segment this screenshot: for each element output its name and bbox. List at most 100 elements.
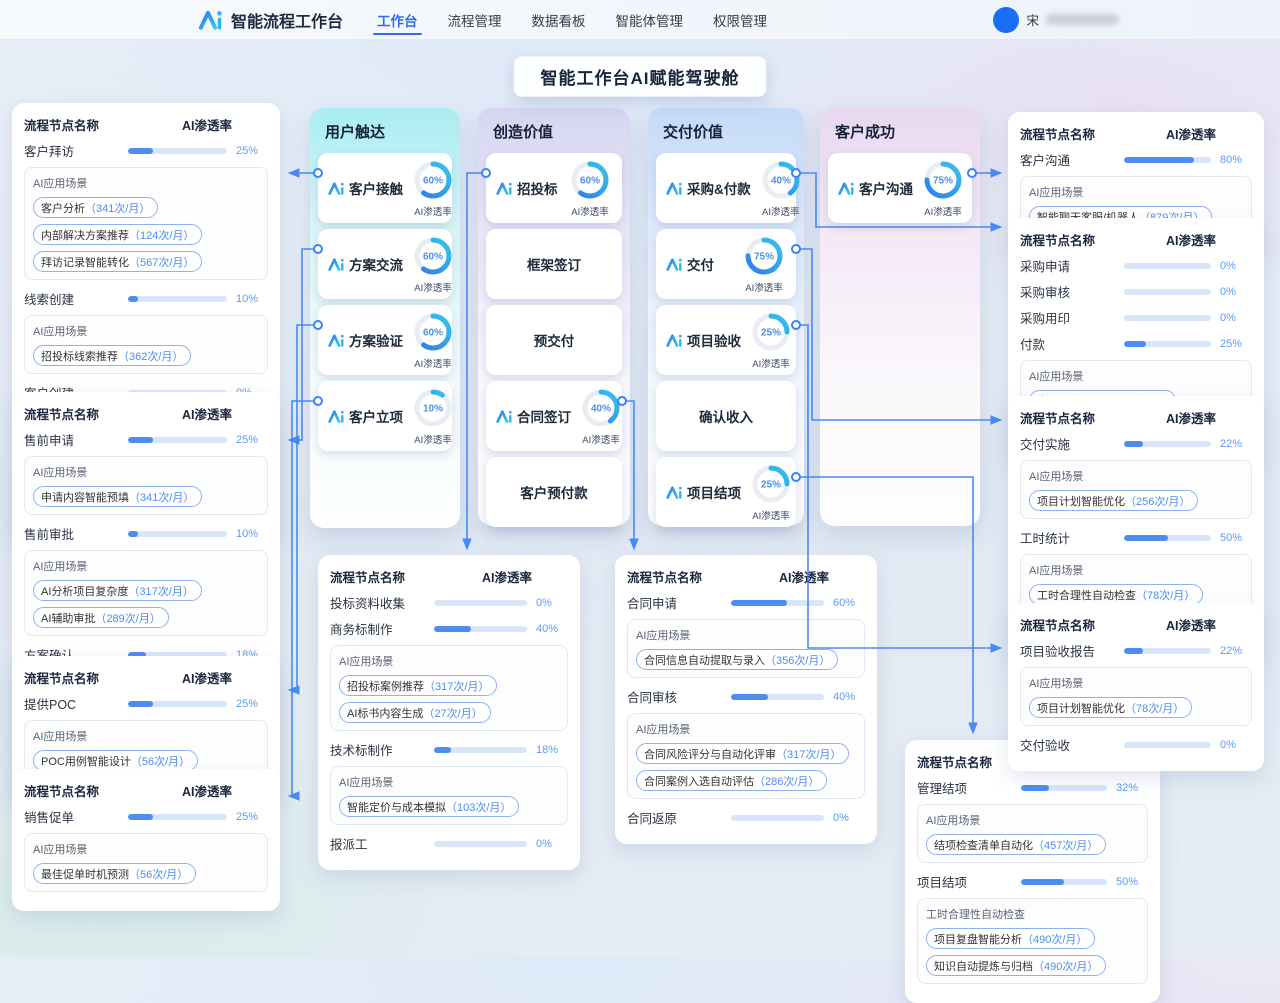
stage-card-label: 采购&付款 <box>687 178 751 198</box>
ai-scenario-box: AI应用场景招投标案例推荐（317次/月）AI标书内容生成（27次/月） <box>330 645 568 731</box>
ai-rate-value: 25% <box>1220 338 1252 350</box>
donut-caption: AI渗透率 <box>564 204 616 218</box>
ai-scenario-box: AI应用场景客户分析（341次/月） 内部解决方案推荐（124次/月） 拜访记录智能… <box>24 167 268 280</box>
stage-card[interactable]: 合同签订40%AI渗透率 <box>486 381 622 451</box>
svg-text:60%: 60% <box>423 176 443 187</box>
stage-card[interactable]: 客户预付款 <box>486 457 622 527</box>
ai-scenario-tag[interactable]: 招投标线索推荐（362次/月） <box>33 345 191 366</box>
stage-card-label: 预交付 <box>534 330 575 350</box>
ai-rate-donut: 75%AI渗透率 <box>917 158 969 218</box>
ai-scenario-tag[interactable]: 合同案例入选自动评估（286次/月） <box>636 770 827 791</box>
ai-rate-bar <box>1124 742 1211 748</box>
ai-rate-bar <box>1124 315 1211 321</box>
svg-text:10%: 10% <box>423 404 443 415</box>
ai-scenario-tag[interactable]: 项目计划智能优化（256次/月） <box>1029 490 1198 511</box>
stage-card[interactable]: 客户接触60%AI渗透率 <box>318 153 452 223</box>
ai-rate-bar <box>434 600 527 606</box>
svg-text:75%: 75% <box>933 176 953 187</box>
process-node-row: 线索创建10% <box>24 289 268 308</box>
stage-card[interactable]: 客户沟通75%AI渗透率 <box>828 153 972 223</box>
ai-rate-bar <box>128 437 227 443</box>
stage-card[interactable]: 采购&付款40%AI渗透率 <box>656 153 796 223</box>
stage-card-label: 客户接触 <box>349 178 403 198</box>
ai-scenario-tag[interactable]: 合同风险评分与自动化评审（317次/月） <box>636 743 849 764</box>
stage-card[interactable]: 方案验证60%AI渗透率 <box>318 305 452 375</box>
col-ai-rate: AI渗透率 <box>1166 615 1216 634</box>
ai-scenario-tag[interactable]: 申请内容智能预填（341次/月） <box>33 486 202 507</box>
stage-card[interactable]: 方案交流60%AI渗透率 <box>318 229 452 299</box>
stage-card[interactable]: 招投标60%AI渗透率 <box>486 153 622 223</box>
process-node-row: 合同申请60% <box>627 593 865 612</box>
node-name: 售前审批 <box>24 524 128 543</box>
stage-card[interactable]: 项目验收25%AI渗透率 <box>656 305 796 375</box>
process-node-row: 采购申请0% <box>1020 256 1252 275</box>
donut-caption: AI渗透率 <box>745 356 797 370</box>
col-node-name: 流程节点名称 <box>627 567 702 586</box>
ai-scenario-tag[interactable]: 项目复盘智能分析（490次/月） <box>926 928 1095 949</box>
nav-tab-2[interactable]: 数据看板 <box>532 0 586 39</box>
ai-rate-bar <box>434 626 527 632</box>
ai-scenario-tag[interactable]: 最佳促单时机预测（56次/月） <box>33 863 196 884</box>
node-name: 采购审核 <box>1020 282 1124 301</box>
stage-column-1: 创造价值招投标60%AI渗透率框架签订预交付合同签订40%AI渗透率客户预付款 <box>478 108 630 526</box>
ai-scenario-tag[interactable]: AI分析项目复杂度（317次/月） <box>33 580 202 601</box>
node-name: 报派工 <box>330 834 434 853</box>
ai-rate-value: 60% <box>833 597 865 609</box>
ai-rate-bar <box>1124 289 1211 295</box>
stage-card[interactable]: 客户立项10%AI渗透率 <box>318 381 452 451</box>
process-node-row: 售前申请25% <box>24 430 268 449</box>
stage-card[interactable]: 框架签订 <box>486 229 622 299</box>
scenario-label: AI应用场景 <box>33 728 259 744</box>
ai-scenario-tag[interactable]: 合同信息自动提取与录入（356次/月） <box>636 649 838 670</box>
col-ai-rate: AI渗透率 <box>1166 408 1216 427</box>
scenario-label: 工时合理性自动检查 <box>926 906 1139 922</box>
ai-rate-donut: 25%AI渗透率 <box>745 310 797 370</box>
user-name: 宋 <box>1026 10 1039 29</box>
scenario-label: AI应用场景 <box>636 721 856 737</box>
col-node-name: 流程节点名称 <box>24 668 99 687</box>
nav-tab-0[interactable]: 工作台 <box>377 0 418 39</box>
ai-scenario-tag[interactable]: 结项检查清单自动化（457次/月） <box>926 834 1106 855</box>
ai-logo-icon <box>328 257 345 272</box>
process-node-row: 客户沟通80% <box>1020 150 1252 169</box>
ai-scenario-tag[interactable]: AI标书内容生成（27次/月） <box>339 702 491 723</box>
stage-card[interactable]: 项目结项25%AI渗透率 <box>656 457 796 527</box>
scenario-label: AI应用场景 <box>33 175 259 191</box>
stage-card-label: 合同签订 <box>517 406 571 426</box>
ai-rate-bar <box>1021 785 1107 791</box>
process-node-row: 交付验收0% <box>1020 735 1252 754</box>
process-node-row: 投标资料收集0% <box>330 593 568 612</box>
nav-tab-3[interactable]: 智能体管理 <box>616 0 684 39</box>
svg-text:40%: 40% <box>591 404 611 415</box>
ai-scenario-tag[interactable]: 项目计划智能优化（78次/月） <box>1029 697 1192 718</box>
detail-panel-pD: 流程节点名称AI渗透率销售促单25%AI应用场景最佳促单时机预测（56次/月） <box>12 769 280 911</box>
ai-scenario-tag[interactable]: 内部解决方案推荐（124次/月） <box>33 224 202 245</box>
ai-scenario-tag[interactable]: 招投标案例推荐（317次/月） <box>339 675 497 696</box>
ai-logo-icon <box>328 409 345 424</box>
scenario-label: AI应用场景 <box>1029 562 1243 578</box>
ai-scenario-tag[interactable]: AI辅助审批（289次/月） <box>33 607 169 628</box>
ai-scenario-box: AI应用场景招投标线索推荐（362次/月） <box>24 315 268 374</box>
ai-scenario-tag[interactable]: 工时合理性自动检查（78次/月） <box>1029 584 1203 605</box>
ai-scenario-tag[interactable]: 客户分析（341次/月） <box>33 197 158 218</box>
ai-rate-value: 0% <box>1220 260 1252 272</box>
nav-tab-1[interactable]: 流程管理 <box>448 0 502 39</box>
ai-scenario-tag[interactable]: POC用例智能设计（56次/月） <box>33 750 198 771</box>
svg-text:60%: 60% <box>423 252 443 263</box>
node-name: 工时统计 <box>1020 528 1124 547</box>
ai-scenario-tag[interactable]: 知识自动提炼与归档（490次/月） <box>926 955 1106 976</box>
stage-card[interactable]: 确认收入 <box>656 381 796 451</box>
stage-card-label: 项目结项 <box>687 482 741 502</box>
node-name: 合同审核 <box>627 687 731 706</box>
ai-scenario-tag[interactable]: 智能定价与成本模拟（103次/月） <box>339 796 519 817</box>
process-node-row: 提供POC25% <box>24 694 268 713</box>
donut-caption: AI渗透率 <box>755 204 807 218</box>
ai-logo-icon <box>496 181 513 196</box>
user-menu[interactable]: 宋 <box>993 7 1118 33</box>
stage-card[interactable]: 预交付 <box>486 305 622 375</box>
stage-card[interactable]: 交付75%AI渗透率 <box>656 229 796 299</box>
ai-scenario-tag[interactable]: 拜访记录智能转化（567次/月） <box>33 251 202 272</box>
nav-tab-4[interactable]: 权限管理 <box>713 0 767 39</box>
ai-logo-icon <box>328 333 345 348</box>
ai-logo-icon <box>838 181 855 196</box>
